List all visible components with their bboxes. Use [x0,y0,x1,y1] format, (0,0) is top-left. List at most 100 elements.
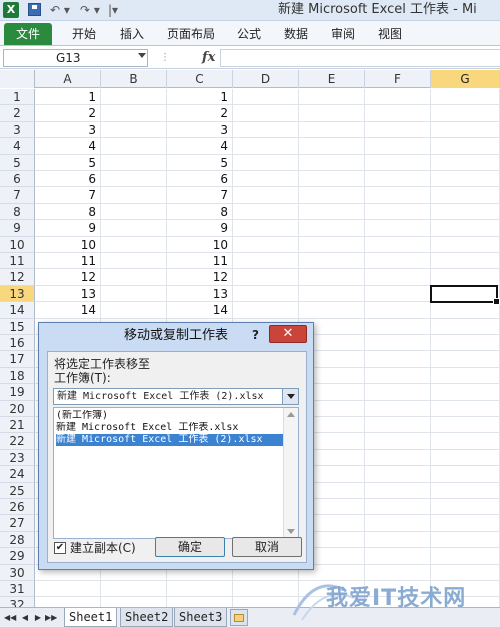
tab-data[interactable]: 数据 [284,24,308,45]
excel-app-icon[interactable]: X [3,2,19,18]
name-box[interactable]: G13 [3,49,148,67]
next-sheet-button[interactable]: ▶ [32,611,44,625]
cell-g29[interactable] [431,548,500,565]
chevron-down-icon[interactable] [282,389,298,404]
cell-g23[interactable] [431,449,500,467]
column-header-f[interactable]: F [365,70,431,88]
cell-f23[interactable] [365,449,431,467]
cell-d6[interactable] [233,171,299,188]
cell-d3[interactable] [233,121,299,139]
cell-e2[interactable] [299,105,365,122]
cell-f20[interactable] [365,400,431,417]
cell-g17[interactable] [431,351,500,368]
close-button[interactable]: ✕ [269,325,307,343]
row-header-2[interactable]: 2 [0,105,35,122]
workbook-select[interactable]: 新建 Microsoft Excel 工作表 (2).xlsx [53,388,299,405]
column-header-c[interactable]: C [167,70,233,88]
cell-f19[interactable] [365,384,431,401]
row-header-27[interactable]: 27 [0,515,35,532]
tab-view[interactable]: 视图 [378,24,402,45]
cell-g7[interactable] [431,187,500,204]
cell-d8[interactable] [233,203,299,221]
customize-qat-button[interactable]: |▾ [108,2,118,18]
row-header-30[interactable]: 30 [0,564,35,581]
cell-f13[interactable] [365,285,431,303]
cell-c4[interactable]: 4 [167,138,233,155]
row-header-9[interactable]: 9 [0,220,35,237]
cell-f30[interactable] [365,564,431,581]
cell-b6[interactable] [101,171,167,188]
cell-f6[interactable] [365,171,431,188]
cell-c1[interactable]: 1 [167,89,233,106]
cell-b5[interactable] [101,154,167,171]
last-sheet-button[interactable]: ▶▶ [45,611,57,625]
cell-e14[interactable] [299,302,365,319]
cell-b11[interactable] [101,253,167,270]
cell-g10[interactable] [431,236,500,253]
cell-f29[interactable] [365,548,431,565]
cell-a6[interactable]: 6 [35,171,101,188]
cell-g2[interactable] [431,105,500,122]
row-header-23[interactable]: 23 [0,449,35,467]
cell-d31[interactable] [233,581,299,598]
resize-handle-icon[interactable]: ⋮ [160,52,170,64]
cell-a14[interactable]: 14 [35,302,101,319]
cell-a2[interactable]: 2 [35,105,101,122]
cell-g22[interactable] [431,433,500,450]
cell-g3[interactable] [431,121,500,139]
column-header-a[interactable]: A [35,70,101,88]
cell-f24[interactable] [365,466,431,483]
row-header-22[interactable]: 22 [0,433,35,450]
cell-a7[interactable]: 7 [35,187,101,204]
cell-g15[interactable] [431,318,500,335]
row-header-15[interactable]: 15 [0,318,35,335]
cell-f25[interactable] [365,482,431,499]
create-copy-label[interactable]: 建立副本(C) [70,541,136,555]
row-header-20[interactable]: 20 [0,400,35,417]
cell-f10[interactable] [365,236,431,253]
row-header-10[interactable]: 10 [0,236,35,253]
cell-g26[interactable] [431,499,500,516]
cell-f16[interactable] [365,335,431,352]
cell-e13[interactable] [299,285,365,303]
insert-function-button[interactable]: fx [202,49,215,67]
cell-f27[interactable] [365,515,431,532]
row-header-11[interactable]: 11 [0,253,35,270]
cell-g24[interactable] [431,466,500,483]
row-header-3[interactable]: 3 [0,121,35,139]
cell-f15[interactable] [365,318,431,335]
row-header-21[interactable]: 21 [0,417,35,434]
cell-c2[interactable]: 2 [167,105,233,122]
cell-d12[interactable] [233,269,299,286]
cell-a10[interactable]: 10 [35,236,101,253]
cell-c13[interactable]: 13 [167,285,233,303]
cell-f22[interactable] [365,433,431,450]
cell-e11[interactable] [299,253,365,270]
cell-b31[interactable] [101,581,167,598]
active-cell-g13[interactable] [430,284,500,306]
cell-g11[interactable] [431,253,500,270]
sheet-tab-sheet1[interactable]: Sheet1 [64,608,118,627]
cell-b4[interactable] [101,138,167,155]
cell-c7[interactable]: 7 [167,187,233,204]
row-header-17[interactable]: 17 [0,351,35,368]
sheet-tab-sheet2[interactable]: Sheet2 [120,608,174,627]
tab-page-layout[interactable]: 页面布局 [167,24,215,45]
cell-a32[interactable] [35,597,101,607]
cell-f1[interactable] [365,89,431,106]
chevron-down-icon[interactable] [138,53,146,58]
cell-f28[interactable] [365,531,431,549]
cell-f14[interactable] [365,302,431,319]
cell-e6[interactable] [299,171,365,188]
row-header-16[interactable]: 16 [0,335,35,352]
cell-d7[interactable] [233,187,299,204]
cell-a12[interactable]: 12 [35,269,101,286]
tab-insert[interactable]: 插入 [120,24,144,45]
cell-c3[interactable]: 3 [167,121,233,139]
row-header-19[interactable]: 19 [0,384,35,401]
cell-b7[interactable] [101,187,167,204]
cell-e4[interactable] [299,138,365,155]
formula-input[interactable] [220,49,500,67]
select-all-corner[interactable] [0,70,35,88]
row-header-12[interactable]: 12 [0,269,35,286]
